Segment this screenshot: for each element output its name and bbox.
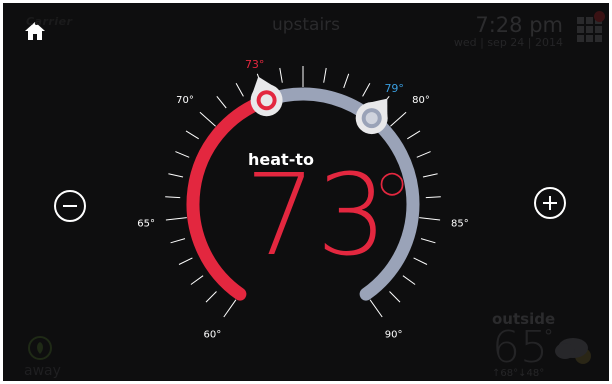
dial-tick [170, 238, 186, 244]
dial-tick [343, 73, 350, 89]
thermostat-screen: Carrier upstairs 7:28 pm wed | sep 24 | … [3, 3, 609, 381]
dial-tick [165, 196, 181, 199]
setpoint-degree-symbol: ○ [379, 165, 406, 200]
scale-label-90: 90° [385, 329, 403, 340]
dial-tick [190, 275, 204, 285]
dial-tick [235, 83, 244, 97]
dial-tick [369, 299, 383, 318]
setpoint-value: 73 [245, 151, 388, 281]
dial-tick [168, 173, 184, 178]
dial-tick [422, 173, 438, 178]
dial-tick [413, 257, 428, 265]
dial-tick [185, 130, 199, 140]
outside-hi-lo: ↑68°↓48° [492, 368, 545, 379]
outside-weather[interactable]: outside 65 ° ↑68°↓48° [492, 310, 555, 379]
dial-tick [178, 257, 193, 265]
heat-setpoint-handle[interactable] [250, 76, 283, 117]
dial-tick [362, 83, 371, 97]
away-button[interactable]: away [24, 363, 61, 379]
scale-label-80: 80° [412, 95, 430, 106]
dial-tick [279, 67, 283, 83]
heat-handle-inner [260, 94, 273, 107]
dial-tick [425, 196, 441, 199]
scale-label-60: 60° [204, 329, 222, 340]
leaf-icon[interactable] [28, 336, 52, 360]
partly-cloudy-icon [555, 338, 591, 364]
dial-tick [223, 299, 237, 318]
dial-tick [389, 291, 401, 303]
outside-temp: 65 [492, 322, 548, 373]
dial-tick [216, 95, 227, 109]
dial-tick [407, 130, 421, 140]
dial-tick [323, 67, 327, 83]
scale-label-70: 70° [176, 95, 194, 106]
dial-tick [205, 291, 217, 303]
dial-tick [402, 275, 416, 285]
cool-marker-label: 79° [384, 82, 404, 95]
scale-label-85: 85° [451, 218, 469, 229]
dial-tick [165, 217, 187, 221]
increase-temp-button[interactable] [534, 187, 566, 219]
outside-degree-symbol: ° [544, 326, 553, 347]
dial-tick [416, 151, 431, 158]
dial-tick [199, 111, 216, 127]
dial-tick [419, 217, 441, 221]
heat-marker-label: 73° [245, 58, 265, 71]
cool-handle-inner [365, 112, 378, 125]
dial-tick [390, 111, 407, 127]
decrease-temp-button[interactable] [54, 190, 86, 222]
dial-tick [420, 238, 436, 244]
dial-tick [175, 151, 190, 158]
scale-label-65: 65° [137, 218, 155, 229]
minus-icon [63, 205, 77, 207]
